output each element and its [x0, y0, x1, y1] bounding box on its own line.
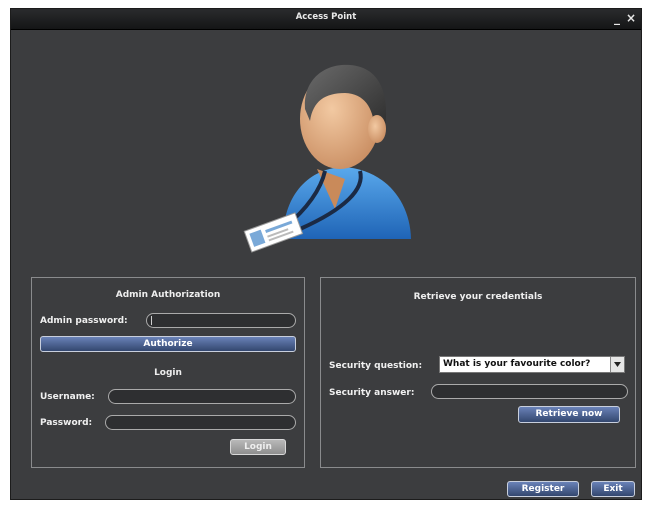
security-question-select[interactable]: What is your favourite color? — [439, 356, 625, 373]
security-question-value: What is your favourite color? — [443, 359, 591, 369]
title-bar: Access Point _ × — [11, 9, 641, 30]
access-point-window: Access Point _ × Admin Authorization Adm… — [10, 8, 642, 500]
close-button[interactable]: × — [625, 11, 637, 25]
admin-login-panel: Admin Authorization Admin password: Auth… — [31, 277, 305, 468]
admin-password-label: Admin password: — [40, 316, 128, 326]
security-question-label: Security question: — [329, 361, 423, 371]
login-heading: Login — [154, 368, 182, 378]
security-answer-label: Security answer: — [329, 388, 415, 398]
retrieve-credentials-heading: Retrieve your credentials — [413, 292, 543, 302]
security-answer-field[interactable] — [431, 384, 628, 399]
register-button[interactable]: Register — [507, 481, 579, 497]
exit-button[interactable]: Exit — [591, 481, 635, 497]
admin-password-field[interactable] — [146, 313, 296, 328]
user-avatar-icon — [243, 64, 411, 253]
password-label: Password: — [40, 418, 93, 428]
username-label: Username: — [40, 392, 95, 402]
password-field[interactable] — [105, 415, 296, 430]
admin-authorization-heading: Admin Authorization — [115, 290, 221, 300]
retrieve-now-button[interactable]: Retrieve now — [518, 406, 620, 423]
login-button[interactable]: Login — [230, 439, 286, 455]
window-title: Access Point — [295, 12, 357, 22]
minimize-button[interactable]: _ — [611, 11, 623, 25]
chevron-down-icon[interactable] — [610, 357, 624, 372]
authorize-button[interactable]: Authorize — [40, 336, 296, 352]
username-field[interactable] — [108, 389, 296, 404]
